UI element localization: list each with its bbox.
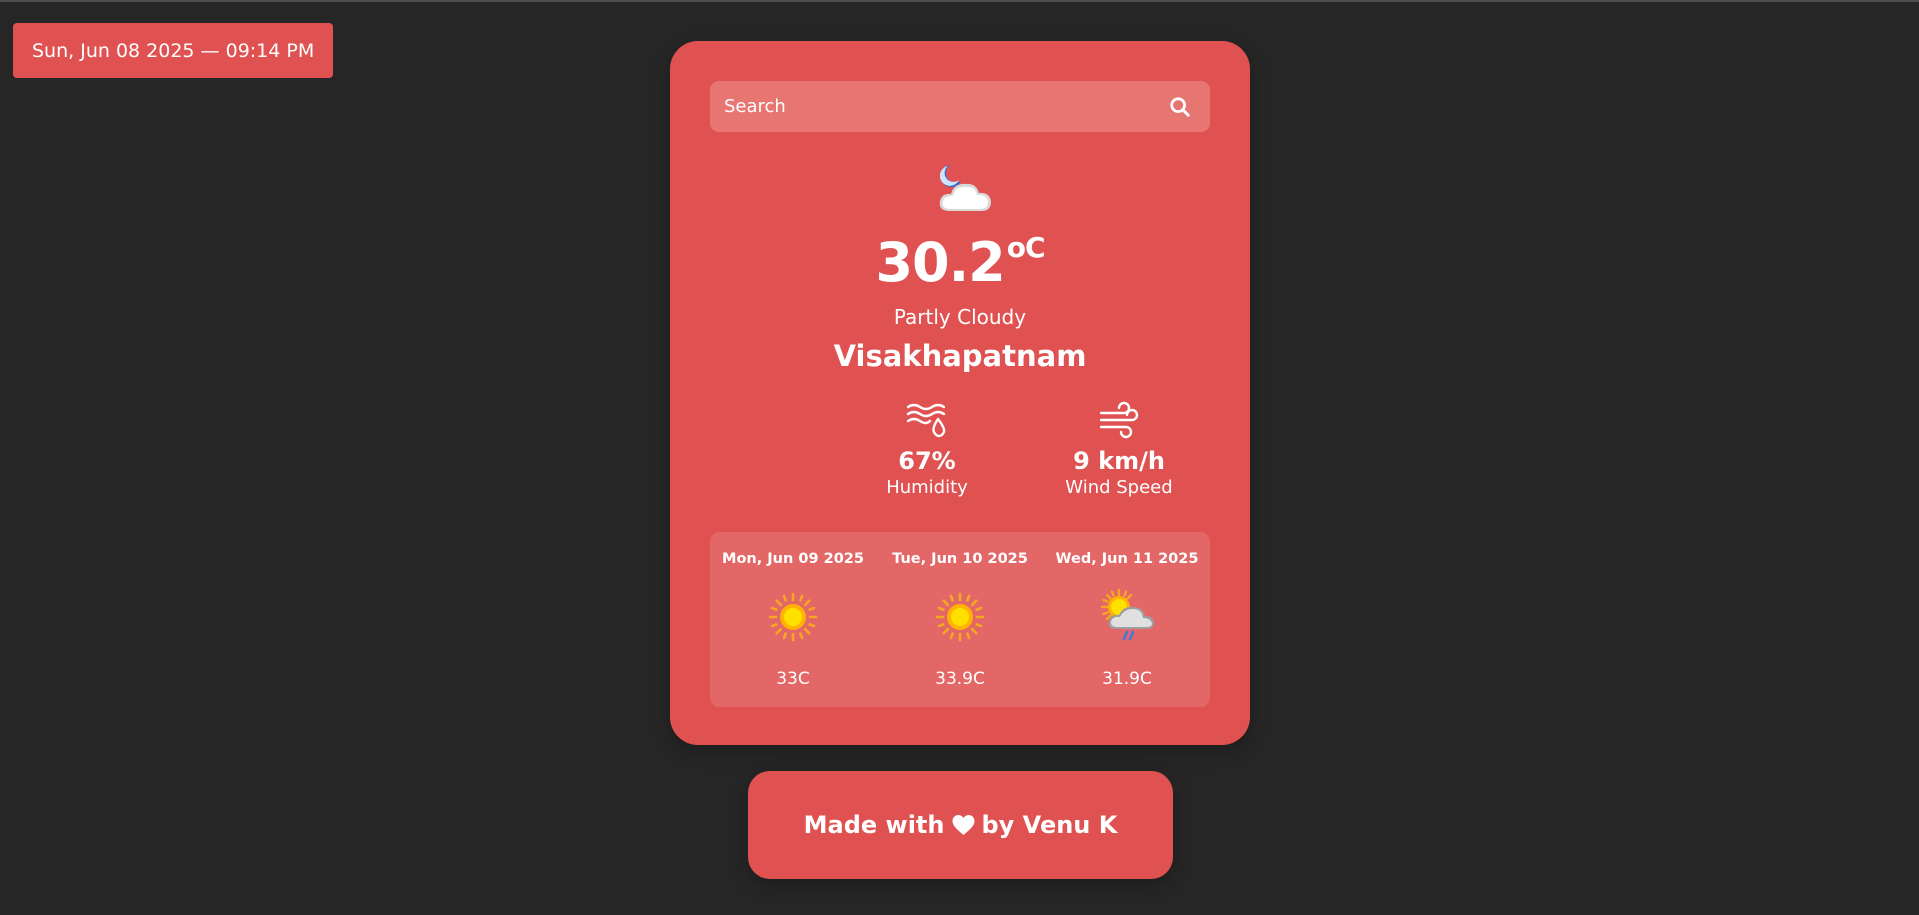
footer-credit: Made with by Venu K [748,771,1173,879]
forecast-date: Wed, Jun 11 2025 [1055,551,1199,567]
wind-stat: 9 km/h Wind Speed [1049,401,1189,498]
humidity-label: Humidity [886,477,968,498]
wind-label: Wind Speed [1065,477,1173,498]
weather-card: 30.2oC Partly Cloudy Visakhapatnam 67% H… [670,41,1250,745]
sun-icon [768,592,818,642]
temperature-value: 30.2 [875,231,1005,294]
footer-prefix: Made with [803,811,945,839]
temperature-unit: oC [1006,231,1046,264]
forecast-temp: 33C [776,669,810,689]
sun-icon [935,592,985,642]
wind-icon [1099,401,1139,439]
current-temperature: 30.2oC [670,234,1250,290]
humidity-icon [906,403,946,438]
forecast-day: Mon, Jun 09 2025 33C [710,532,876,707]
search-bar [710,81,1210,132]
search-input[interactable] [722,95,1168,118]
weather-condition: Partly Cloudy [893,305,1027,329]
forecast-date: Mon, Jun 09 2025 [722,551,864,567]
forecast-day: Tue, Jun 10 2025 33.9C [877,532,1043,707]
humidity-stat: 67% Humidity [857,401,997,498]
datetime-badge: Sun, Jun 08 2025 — 09:14 PM [13,23,334,78]
humidity-value: 67% [898,447,956,475]
forecast-temp: 33.9C [935,669,985,689]
forecast-temp: 31.9C [1102,669,1152,689]
moon-cloud-icon [939,165,991,211]
wind-value: 9 km/h [1073,447,1165,475]
heart-icon [952,815,974,835]
city-name: Visakhapatnam [833,339,1087,373]
forecast-date: Tue, Jun 10 2025 [892,551,1028,567]
forecast-day: Wed, Jun 11 2025 31.9C [1044,532,1210,707]
forecast-panel: Mon, Jun 09 2025 33C Tue, Jun 10 2025 33… [710,532,1210,707]
search-icon[interactable] [1168,95,1192,119]
sun-cloud-rain-icon [1100,588,1154,641]
footer-suffix: by Venu K [981,811,1118,839]
